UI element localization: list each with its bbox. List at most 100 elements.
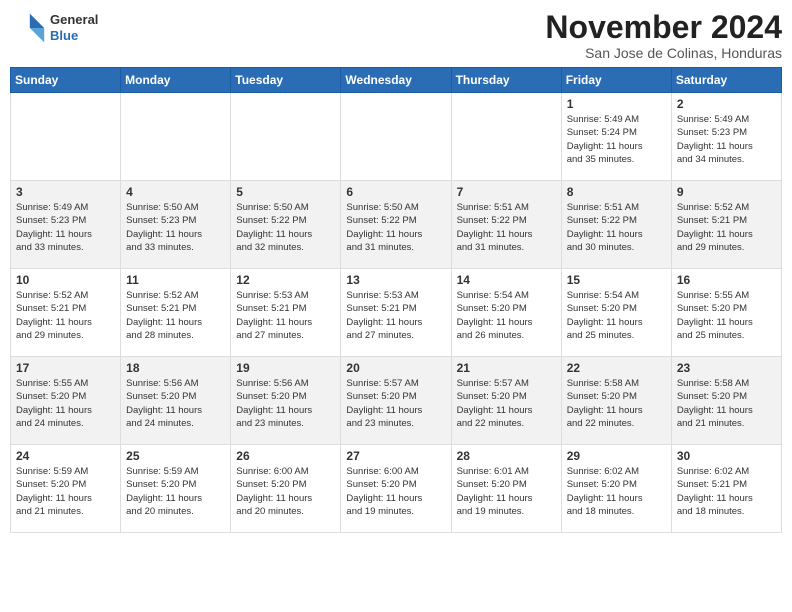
day-number: 14	[457, 273, 556, 287]
day-info: Sunrise: 5:53 AMSunset: 5:21 PMDaylight:…	[346, 289, 445, 342]
day-number: 22	[567, 361, 666, 375]
calendar-cell: 9 Sunrise: 5:52 AMSunset: 5:21 PMDaylight…	[671, 181, 781, 269]
logo-text: General Blue	[50, 12, 98, 43]
day-number: 29	[567, 449, 666, 463]
day-number: 30	[677, 449, 776, 463]
day-info: Sunrise: 5:52 AMSunset: 5:21 PMDaylight:…	[16, 289, 115, 342]
day-info: Sunrise: 5:54 AMSunset: 5:20 PMDaylight:…	[457, 289, 556, 342]
day-info: Sunrise: 6:01 AMSunset: 5:20 PMDaylight:…	[457, 465, 556, 518]
calendar-cell: 29Sunrise: 6:02 AMSunset: 5:20 PMDayligh…	[561, 445, 671, 533]
day-info: Sunrise: 5:54 AMSunset: 5:20 PMDaylight:…	[567, 289, 666, 342]
calendar-cell: 17Sunrise: 5:55 AMSunset: 5:20 PMDayligh…	[11, 357, 121, 445]
day-number: 11	[126, 273, 225, 287]
calendar-cell	[451, 93, 561, 181]
calendar-cell: 15Sunrise: 5:54 AMSunset: 5:20 PMDayligh…	[561, 269, 671, 357]
day-info: Sunrise: 5:55 AMSunset: 5:20 PMDaylight:…	[677, 289, 776, 342]
day-number: 21	[457, 361, 556, 375]
day-info: Sunrise: 5:57 AMSunset: 5:20 PMDaylight:…	[346, 377, 445, 430]
day-number: 18	[126, 361, 225, 375]
day-info: Sunrise: 5:50 AMSunset: 5:22 PMDaylight:…	[346, 201, 445, 254]
calendar-cell: 19 Sunrise: 5:56 AMSunset: 5:20 PMDayligh…	[231, 357, 341, 445]
calendar-cell: 13 Sunrise: 5:53 AMSunset: 5:21 PMDayligh…	[341, 269, 451, 357]
calendar-cell	[231, 93, 341, 181]
logo: General Blue	[10, 10, 98, 46]
calendar-cell	[121, 93, 231, 181]
calendar-cell: 1 Sunrise: 5:49 AMSunset: 5:24 PMDaylight…	[561, 93, 671, 181]
calendar-cell: 16Sunrise: 5:55 AMSunset: 5:20 PMDayligh…	[671, 269, 781, 357]
day-number: 3	[16, 185, 115, 199]
day-info: Sunrise: 6:00 AMSunset: 5:20 PMDaylight:…	[236, 465, 335, 518]
weekday-header: Saturday	[671, 68, 781, 93]
weekday-header: Sunday	[11, 68, 121, 93]
day-info: Sunrise: 5:49 AMSunset: 5:24 PMDaylight:…	[567, 113, 666, 166]
day-info: Sunrise: 5:57 AMSunset: 5:20 PMDaylight:…	[457, 377, 556, 430]
day-info: Sunrise: 6:00 AMSunset: 5:20 PMDaylight:…	[346, 465, 445, 518]
day-info: Sunrise: 5:52 AMSunset: 5:21 PMDaylight:…	[677, 201, 776, 254]
calendar-row: 10 Sunrise: 5:52 AMSunset: 5:21 PMDayligh…	[11, 269, 782, 357]
calendar-cell: 24 Sunrise: 5:59 AMSunset: 5:20 PMDayligh…	[11, 445, 121, 533]
calendar-cell: 25 Sunrise: 5:59 AMSunset: 5:20 PMDayligh…	[121, 445, 231, 533]
month-title: November 2024	[545, 10, 782, 45]
page: General Blue November 2024 San Jose de C…	[0, 0, 792, 612]
calendar-cell: 27 Sunrise: 6:00 AMSunset: 5:20 PMDayligh…	[341, 445, 451, 533]
calendar-cell: 30Sunrise: 6:02 AMSunset: 5:21 PMDayligh…	[671, 445, 781, 533]
day-number: 20	[346, 361, 445, 375]
calendar-cell: 4 Sunrise: 5:50 AMSunset: 5:23 PMDaylight…	[121, 181, 231, 269]
calendar-cell	[341, 93, 451, 181]
calendar-row: 17Sunrise: 5:55 AMSunset: 5:20 PMDayligh…	[11, 357, 782, 445]
title-area: November 2024 San Jose de Colinas, Hondu…	[545, 10, 782, 61]
day-info: Sunrise: 5:52 AMSunset: 5:21 PMDaylight:…	[126, 289, 225, 342]
day-number: 8	[567, 185, 666, 199]
day-number: 6	[346, 185, 445, 199]
day-number: 5	[236, 185, 335, 199]
day-number: 13	[346, 273, 445, 287]
day-number: 26	[236, 449, 335, 463]
calendar-table: SundayMondayTuesdayWednesdayThursdayFrid…	[10, 67, 782, 533]
calendar-cell	[11, 93, 121, 181]
calendar-cell: 2 Sunrise: 5:49 AMSunset: 5:23 PMDaylight…	[671, 93, 781, 181]
day-info: Sunrise: 5:53 AMSunset: 5:21 PMDaylight:…	[236, 289, 335, 342]
weekday-header: Wednesday	[341, 68, 451, 93]
day-number: 24	[16, 449, 115, 463]
calendar-row: 24 Sunrise: 5:59 AMSunset: 5:20 PMDayligh…	[11, 445, 782, 533]
day-info: Sunrise: 5:50 AMSunset: 5:23 PMDaylight:…	[126, 201, 225, 254]
weekday-header: Friday	[561, 68, 671, 93]
calendar-cell: 26 Sunrise: 6:00 AMSunset: 5:20 PMDayligh…	[231, 445, 341, 533]
day-info: Sunrise: 5:59 AMSunset: 5:20 PMDaylight:…	[126, 465, 225, 518]
day-number: 19	[236, 361, 335, 375]
calendar-cell: 12Sunrise: 5:53 AMSunset: 5:21 PMDayligh…	[231, 269, 341, 357]
day-number: 27	[346, 449, 445, 463]
day-info: Sunrise: 5:49 AMSunset: 5:23 PMDaylight:…	[677, 113, 776, 166]
weekday-header: Tuesday	[231, 68, 341, 93]
header: General Blue November 2024 San Jose de C…	[10, 10, 782, 61]
day-number: 9	[677, 185, 776, 199]
day-number: 10	[16, 273, 115, 287]
calendar-row: 1 Sunrise: 5:49 AMSunset: 5:24 PMDaylight…	[11, 93, 782, 181]
location: San Jose de Colinas, Honduras	[545, 45, 782, 61]
day-number: 25	[126, 449, 225, 463]
day-info: Sunrise: 5:59 AMSunset: 5:20 PMDaylight:…	[16, 465, 115, 518]
calendar-cell: 7 Sunrise: 5:51 AMSunset: 5:22 PMDaylight…	[451, 181, 561, 269]
calendar-cell: 21 Sunrise: 5:57 AMSunset: 5:20 PMDayligh…	[451, 357, 561, 445]
day-number: 4	[126, 185, 225, 199]
weekday-header: Thursday	[451, 68, 561, 93]
logo-general: General	[50, 12, 98, 28]
calendar-cell: 3Sunrise: 5:49 AMSunset: 5:23 PMDaylight…	[11, 181, 121, 269]
calendar-header-row: SundayMondayTuesdayWednesdayThursdayFrid…	[11, 68, 782, 93]
calendar-cell: 10 Sunrise: 5:52 AMSunset: 5:21 PMDayligh…	[11, 269, 121, 357]
day-number: 2	[677, 97, 776, 111]
logo-blue: Blue	[50, 28, 98, 44]
calendar-cell: 14 Sunrise: 5:54 AMSunset: 5:20 PMDayligh…	[451, 269, 561, 357]
calendar-cell: 8 Sunrise: 5:51 AMSunset: 5:22 PMDaylight…	[561, 181, 671, 269]
day-number: 1	[567, 97, 666, 111]
calendar-cell: 5Sunrise: 5:50 AMSunset: 5:22 PMDaylight…	[231, 181, 341, 269]
day-info: Sunrise: 5:56 AMSunset: 5:20 PMDaylight:…	[236, 377, 335, 430]
calendar-cell: 18 Sunrise: 5:56 AMSunset: 5:20 PMDayligh…	[121, 357, 231, 445]
calendar-cell: 28Sunrise: 6:01 AMSunset: 5:20 PMDayligh…	[451, 445, 561, 533]
day-number: 7	[457, 185, 556, 199]
calendar-cell: 11 Sunrise: 5:52 AMSunset: 5:21 PMDayligh…	[121, 269, 231, 357]
day-info: Sunrise: 5:56 AMSunset: 5:20 PMDaylight:…	[126, 377, 225, 430]
weekday-header: Monday	[121, 68, 231, 93]
day-info: Sunrise: 5:51 AMSunset: 5:22 PMDaylight:…	[457, 201, 556, 254]
day-info: Sunrise: 5:51 AMSunset: 5:22 PMDaylight:…	[567, 201, 666, 254]
